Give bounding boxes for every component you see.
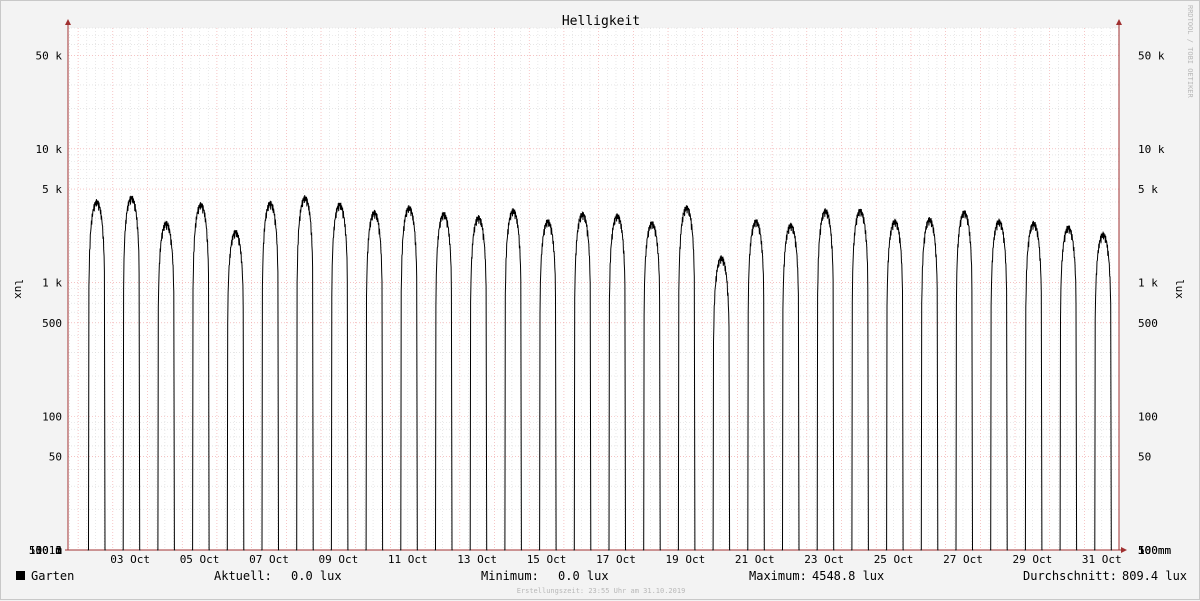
chart-title: Helligkeit bbox=[562, 14, 640, 29]
y-tick-label-right: 500 bbox=[1138, 317, 1158, 330]
x-axis: 03 Oct 05 Oct 07 Oct 09 Oct 11 Oct 13 Oct 15 O… bbox=[110, 553, 1121, 566]
average-label: Durchschnitt: bbox=[1023, 569, 1117, 583]
y-tick-label-right: 50 bbox=[1138, 451, 1151, 464]
x-tick-label: 31 Oct bbox=[1082, 553, 1122, 566]
x-tick-label: 19 Oct bbox=[665, 553, 705, 566]
creation-time: Erstellungszeit: 23:55 Uhr am 31.10.2019 bbox=[517, 587, 686, 595]
y-tick-label-left: 500 bbox=[42, 317, 62, 330]
x-tick-label: 09 Oct bbox=[318, 553, 358, 566]
y-tick-label-right: 10 bbox=[1138, 544, 1151, 557]
x-tick-label: 21 Oct bbox=[735, 553, 775, 566]
current-label: Aktuell: bbox=[214, 569, 272, 583]
x-tick-label: 11 Oct bbox=[388, 553, 428, 566]
y-tick-label-left: 50 bbox=[49, 451, 62, 464]
legend-series-name: Garten bbox=[31, 569, 74, 583]
y-tick-label-right: 1 k bbox=[1138, 277, 1158, 290]
y-axis-label-left: lux bbox=[12, 279, 25, 299]
x-tick-label: 17 Oct bbox=[596, 553, 636, 566]
legend-swatch-garten bbox=[16, 571, 25, 580]
current-value: 0.0 lux bbox=[291, 569, 342, 583]
y-axis-left: 10 m50 m100 m500 m1510501005001 k5 k10 k… bbox=[29, 49, 62, 557]
y-tick-label-left: 100 bbox=[42, 410, 62, 423]
y-axis-label-right: lux bbox=[1173, 279, 1186, 299]
y-tick-label-right: 50 k bbox=[1138, 49, 1165, 62]
minimum-value: 0.0 lux bbox=[558, 569, 609, 583]
x-tick-label: 03 Oct bbox=[110, 553, 150, 566]
x-tick-label: 25 Oct bbox=[874, 553, 914, 566]
x-tick-label: 05 Oct bbox=[180, 553, 220, 566]
x-axis-arrow bbox=[1121, 547, 1127, 553]
maximum-label: Maximum: bbox=[749, 569, 807, 583]
average-value: 809.4 lux bbox=[1122, 569, 1187, 583]
y-tick-label-left: 50 k bbox=[36, 49, 63, 62]
minimum-label: Minimum: bbox=[481, 569, 539, 583]
y-axis-right: 10 m50 m100 m500 m1510501005001 k5 k10 k… bbox=[1138, 49, 1171, 557]
maximum-value: 4548.8 lux bbox=[812, 569, 884, 583]
y-tick-label-left: 1 k bbox=[42, 277, 62, 290]
y-tick-label-left: 10 bbox=[49, 544, 62, 557]
y-axis-arrow-left bbox=[65, 19, 71, 25]
y-tick-label-right: 100 bbox=[1138, 410, 1158, 423]
graph-frame: 10 m 50 m 100 m 500 m 1 5 10 50 100 500 1 k5 k 10 k… bbox=[0, 0, 1200, 600]
y-axis-arrow-right bbox=[1116, 19, 1122, 25]
watermark: RRDTOOL / TOBI OETIKER bbox=[1186, 5, 1194, 99]
y-tick-label-right: 10 k bbox=[1138, 143, 1165, 156]
x-tick-label: 23 Oct bbox=[804, 553, 844, 566]
x-tick-label: 07 Oct bbox=[249, 553, 289, 566]
x-tick-label: 15 Oct bbox=[527, 553, 567, 566]
x-tick-label: 13 Oct bbox=[457, 553, 497, 566]
y-tick-label-right: 5 k bbox=[1138, 183, 1158, 196]
y-tick-label-left: 10 k bbox=[36, 143, 63, 156]
y-tick-label-left: 5 k bbox=[42, 183, 62, 196]
x-tick-label: 29 Oct bbox=[1012, 553, 1052, 566]
brightness-chart: 10 m50 m100 m500 m1510501005001 k5 k10 k… bbox=[12, 5, 1194, 595]
x-tick-label: 27 Oct bbox=[943, 553, 983, 566]
